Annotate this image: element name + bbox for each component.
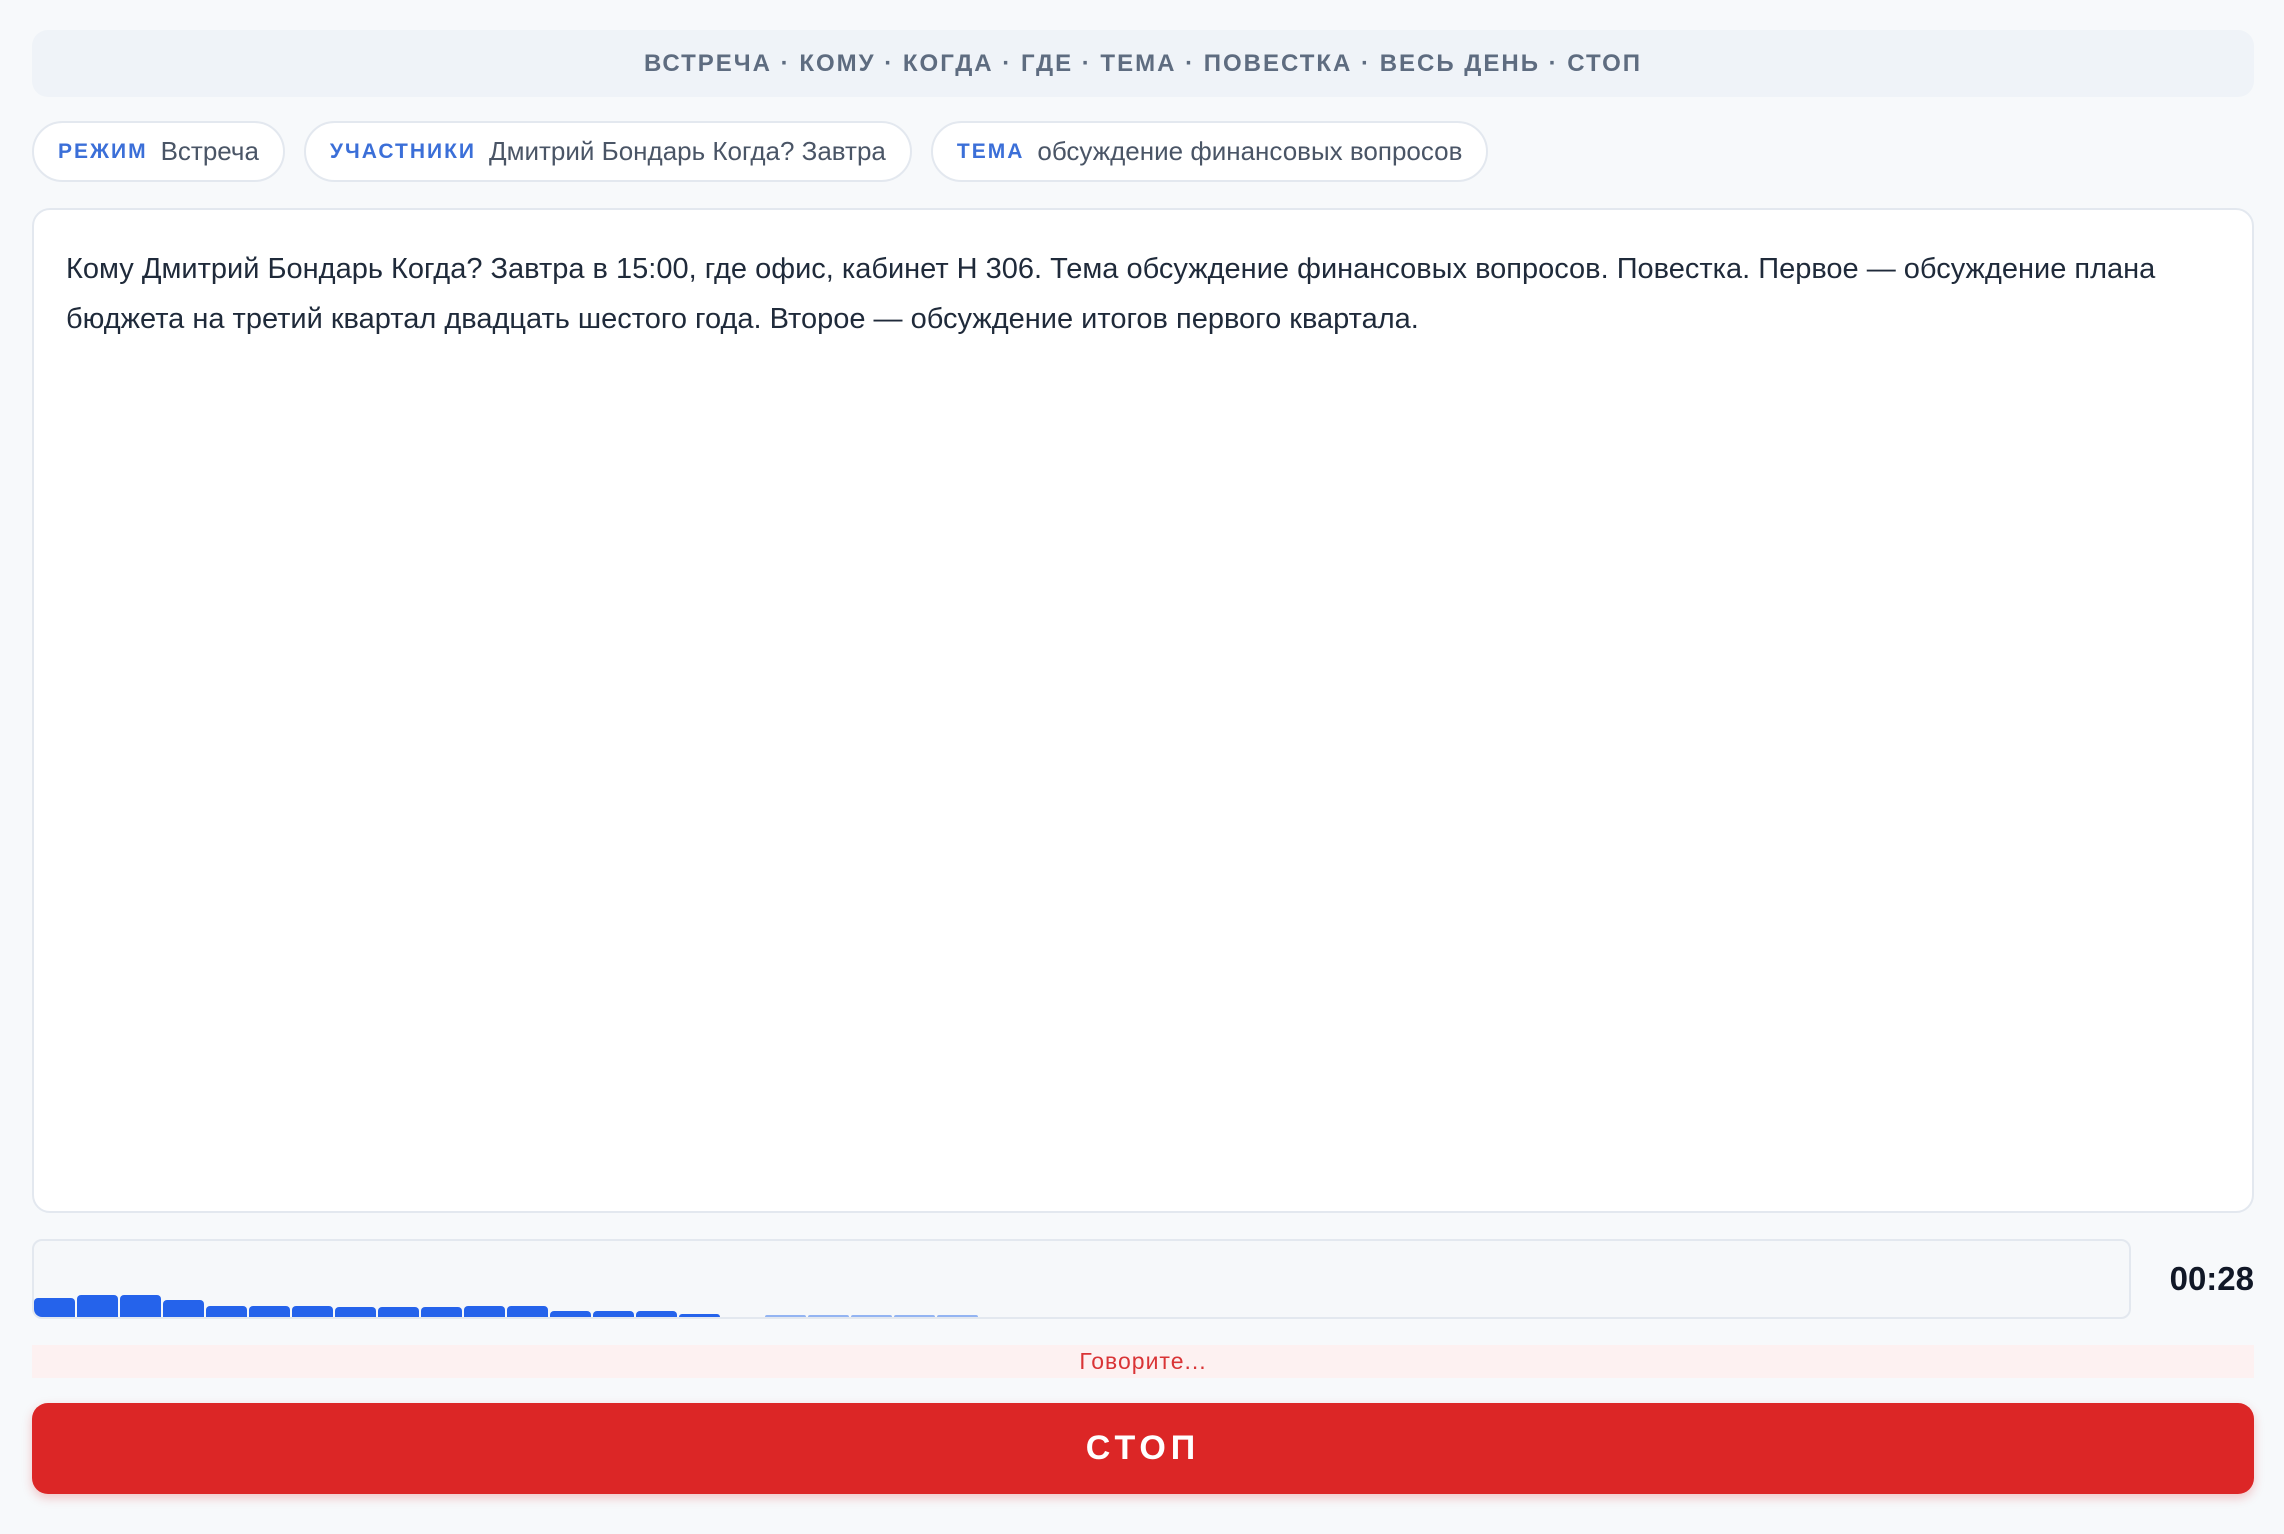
audio-level-bar	[378, 1307, 419, 1317]
status-message: Говорите...	[32, 1345, 2254, 1378]
audio-level-bar	[34, 1298, 75, 1317]
voice-commands-hint-text: ВСТРЕЧА · КОМУ · КОГДА · ГДЕ · ТЕМА · ПО…	[643, 49, 1643, 77]
audio-level-bar	[894, 1315, 935, 1317]
audio-level-bar	[808, 1315, 849, 1317]
audio-level-bar	[120, 1295, 161, 1317]
audio-level-bar	[851, 1315, 892, 1317]
audio-level-bar	[77, 1295, 118, 1317]
audio-level-bar	[507, 1306, 548, 1317]
parsed-fields: РЕЖИМ Встреча УЧАСТНИКИ Дмитрий Бондарь …	[32, 121, 1489, 182]
audio-level-meter	[32, 1239, 2131, 1319]
chip-topic-value: обсуждение финансовых вопросов	[1037, 136, 1463, 166]
chip-topic[interactable]: ТЕМА обсуждение финансовых вопросов	[930, 121, 1489, 182]
stop-button[interactable]: СТОП	[32, 1403, 2254, 1494]
audio-level-bar	[163, 1300, 204, 1317]
status-text: Говорите...	[1079, 1348, 1207, 1374]
audio-level-bar	[937, 1315, 978, 1317]
chip-mode[interactable]: РЕЖИМ Встреча	[32, 121, 285, 182]
audio-level-bar	[593, 1311, 634, 1317]
audio-level-bars	[34, 1241, 2129, 1317]
audio-level-bar	[335, 1307, 376, 1317]
chip-mode-value: Встреча	[160, 136, 259, 166]
recording-timer: 00:28	[2169, 1260, 2254, 1297]
chip-participants[interactable]: УЧАСТНИКИ Дмитрий Бондарь Когда? Завтра	[303, 121, 912, 182]
audio-level-bar	[679, 1314, 720, 1317]
voice-commands-hint: ВСТРЕЧА · КОМУ · КОГДА · ГДЕ · ТЕМА · ПО…	[32, 30, 2254, 97]
audio-level-bar	[550, 1311, 591, 1317]
audio-level-bar	[636, 1311, 677, 1317]
transcript-area[interactable]: Кому Дмитрий Бондарь Когда? Завтра в 15:…	[32, 208, 2254, 1213]
chip-topic-key: ТЕМА	[956, 139, 1025, 163]
audio-level-bar	[421, 1307, 462, 1317]
chip-participants-value: Дмитрий Бондарь Когда? Завтра	[489, 136, 886, 166]
audio-level-bar	[292, 1306, 333, 1317]
audio-level-bar	[464, 1306, 505, 1317]
chip-participants-key: УЧАСТНИКИ	[329, 139, 477, 163]
audio-level-bar	[765, 1315, 806, 1317]
audio-level-bar	[249, 1306, 290, 1317]
chip-mode-key: РЕЖИМ	[58, 139, 148, 163]
audio-level-bar	[206, 1306, 247, 1317]
transcript-text: Кому Дмитрий Бондарь Когда? Завтра в 15:…	[66, 253, 2156, 335]
